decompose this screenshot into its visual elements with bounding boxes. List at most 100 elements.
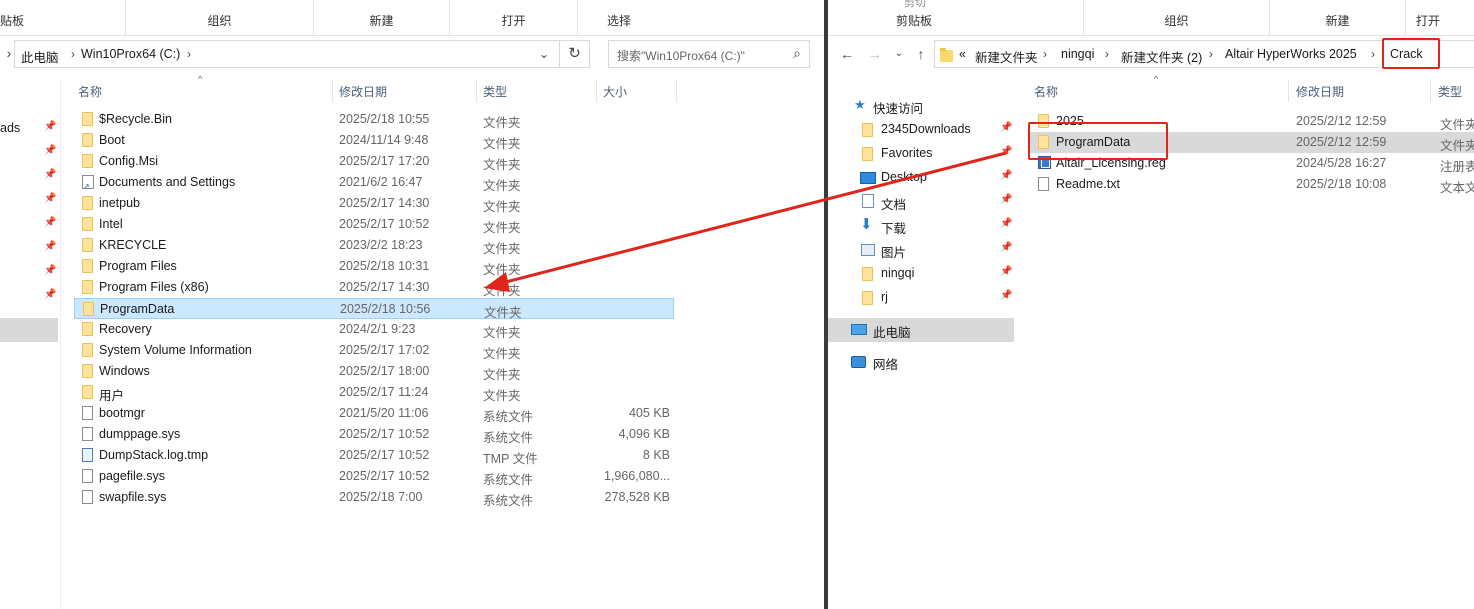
nav-item-2345downloads[interactable]: 2345Downloads 📌 xyxy=(828,118,1014,142)
column-header-date[interactable]: 修改日期 xyxy=(1296,83,1344,100)
nav-item-favorites[interactable]: Favorites 📌 xyxy=(828,142,1014,166)
download-arrow-icon: ⬇ xyxy=(860,216,873,233)
file-row[interactable]: Intel 2025/2/17 10:52 文件夹 xyxy=(74,214,674,235)
ribbon-group-new[interactable]: 新建 xyxy=(1270,0,1406,36)
file-row[interactable]: swapfile.sys 2025/2/18 7:00 系统文件 278,528 KB xyxy=(74,487,674,508)
pane-divider xyxy=(60,80,61,609)
breadcrumb-altair[interactable]: Altair HyperWorks 2025 xyxy=(1225,47,1357,61)
breadcrumb-overflow[interactable]: « xyxy=(959,47,966,61)
file-row[interactable]: Config.Msi 2025/2/17 17:20 文件夹 xyxy=(74,151,674,172)
file-icon-blue xyxy=(82,448,93,462)
file-row[interactable]: inetpub 2025/2/17 14:30 文件夹 xyxy=(74,193,674,214)
nav-item-quick-access[interactable]: ★ 快速访问 xyxy=(828,94,1014,118)
ribbon-left: 贴板 组织 新建 打开 选择 xyxy=(0,0,824,36)
breadcrumb-ningqi[interactable]: ningqi xyxy=(1061,47,1094,61)
file-date: 2025/2/17 18:00 xyxy=(339,364,430,378)
folder-icon xyxy=(82,154,93,168)
nav-item-rj[interactable]: rj 📌 xyxy=(828,286,1014,310)
file-row[interactable]: System Volume Information 2025/2/17 17:02… xyxy=(74,340,674,361)
nav-item[interactable]: 📌 xyxy=(0,213,58,237)
ribbon-group-open[interactable]: 打开 xyxy=(1406,0,1474,36)
column-divider[interactable] xyxy=(476,80,477,102)
nav-item-desktop[interactable]: Desktop 📌 xyxy=(828,166,1014,190)
search-input[interactable]: 搜索"Win10Prox64 (C:)" ⌕ xyxy=(608,40,810,68)
forward-arrow-icon[interactable]: → xyxy=(866,45,884,63)
nav-item[interactable]: 📌 xyxy=(0,237,58,261)
ribbon-group-clipboard[interactable]: 剪切 剪贴板 xyxy=(828,0,1084,36)
file-row[interactable]: Boot 2024/11/14 9:48 文件夹 xyxy=(74,130,674,151)
nav-item-documents[interactable]: 文档 📌 xyxy=(828,190,1014,214)
chevron-down-icon[interactable]: ⌄ xyxy=(890,45,908,63)
file-row[interactable]: 用户 2025/2/17 11:24 文件夹 xyxy=(74,382,674,403)
column-divider[interactable] xyxy=(1430,80,1431,102)
file-row[interactable]: Documents and Settings 2021/6/2 16:47 文件夹 xyxy=(74,172,674,193)
nav-item-network[interactable]: 网络 xyxy=(828,350,1014,374)
nav-item-this-pc[interactable] xyxy=(0,318,58,342)
breadcrumb-this-pc[interactable]: 此电脑 xyxy=(21,47,59,66)
file-row[interactable]: dumppage.sys 2025/2/17 10:52 系统文件 4,096 KB xyxy=(74,424,674,445)
ribbon-group-open[interactable]: 打开 xyxy=(450,0,578,36)
file-type: 系统文件 xyxy=(483,410,534,424)
column-divider[interactable] xyxy=(596,80,597,102)
breadcrumb-drive[interactable]: Win10Prox64 (C:) xyxy=(81,47,180,61)
ribbon-group-organize[interactable]: 组织 xyxy=(1084,0,1270,36)
chevron-down-icon[interactable]: ⌄ xyxy=(539,47,549,61)
column-header-type[interactable]: 类型 xyxy=(1438,83,1462,100)
nav-item-this-pc[interactable]: 此电脑 xyxy=(828,318,1014,342)
file-row[interactable]: Readme.txt 2025/2/18 10:08 文本文 xyxy=(1028,174,1474,195)
nav-item[interactable]: 📌 xyxy=(0,285,58,309)
search-placeholder: 搜索"Win10Prox64 (C:)" xyxy=(617,49,745,63)
file-date: 2025/2/18 10:56 xyxy=(340,302,431,316)
ribbon-group-label: 打开 xyxy=(501,14,526,28)
up-arrow-icon[interactable]: ↑ xyxy=(912,45,930,63)
file-row[interactable]: bootmgr 2021/5/20 11:06 系统文件 405 KB xyxy=(74,403,674,424)
refresh-button[interactable]: ↻ xyxy=(560,40,590,68)
file-row[interactable]: KRECYCLE 2023/2/2 18:23 文件夹 xyxy=(74,235,674,256)
column-divider[interactable] xyxy=(1288,80,1289,102)
column-header-size[interactable]: 大小 xyxy=(603,83,627,100)
column-divider[interactable] xyxy=(676,80,677,102)
file-row[interactable]: Program Files (x86) 2025/2/17 14:30 文件夹 xyxy=(74,277,674,298)
nav-item-downloads[interactable]: ⬇ 下载 📌 xyxy=(828,214,1014,238)
ribbon-right: 剪切 剪贴板 组织 新建 打开 xyxy=(828,0,1474,36)
file-row[interactable]: Program Files 2025/2/18 10:31 文件夹 xyxy=(74,256,674,277)
nav-item-downloads[interactable]: ads 📌 xyxy=(0,117,58,141)
folder-icon xyxy=(862,267,873,281)
file-row[interactable]: Recovery 2024/2/1 9:23 文件夹 xyxy=(74,319,674,340)
nav-item[interactable]: 📌 xyxy=(0,261,58,285)
nav-item[interactable]: 📌 xyxy=(0,165,58,189)
file-date: 2025/2/17 14:30 xyxy=(339,280,430,294)
breadcrumb-new-folder-2[interactable]: 新建文件夹 (2) xyxy=(1121,47,1202,66)
file-size: 1,966,080... xyxy=(603,469,670,483)
file-row[interactable]: Windows 2025/2/17 18:00 文件夹 xyxy=(74,361,674,382)
file-type: 文件夹 xyxy=(483,326,521,340)
refresh-icon: ↻ xyxy=(568,45,581,62)
column-header-type[interactable]: 类型 xyxy=(483,83,507,100)
nav-item[interactable]: 📌 xyxy=(0,189,58,213)
column-header-name[interactable]: 名称 xyxy=(1034,83,1058,100)
nav-item-ningqi[interactable]: ningqi 📌 xyxy=(828,262,1014,286)
folder-icon xyxy=(82,385,93,399)
ribbon-group-select[interactable]: 选择 xyxy=(578,0,660,36)
ribbon-group-organize[interactable]: 组织 xyxy=(126,0,314,36)
file-type: 文件夹 xyxy=(483,158,521,172)
column-header-date[interactable]: 修改日期 xyxy=(339,83,387,100)
column-divider[interactable] xyxy=(332,80,333,102)
file-row[interactable]: $Recycle.Bin 2025/2/18 10:55 文件夹 xyxy=(74,109,674,130)
column-header-name[interactable]: 名称 xyxy=(78,83,102,100)
address-row-left: › 此电脑 › Win10Prox64 (C:) › ⌄ ↻ 搜索"Win10P… xyxy=(0,38,824,70)
breadcrumb-new-folder[interactable]: 新建文件夹 xyxy=(975,47,1038,66)
address-bar[interactable]: 此电脑 › Win10Prox64 (C:) › ⌄ xyxy=(14,40,560,68)
nav-item[interactable]: 📌 xyxy=(0,141,58,165)
file-row[interactable]: ProgramData 2025/2/18 10:56 文件夹 xyxy=(74,298,674,320)
address-row-right: ← → ⌄ ↑ « 新建文件夹 › ningqi › 新建文件夹 (2) › A… xyxy=(828,38,1474,70)
nav-item-pictures[interactable]: 图片 📌 xyxy=(828,238,1014,262)
file-row[interactable]: DumpStack.log.tmp 2025/2/17 10:52 TMP 文件 8 … xyxy=(74,445,674,466)
file-date: 2025/2/12 12:59 xyxy=(1296,135,1387,149)
ribbon-group-new[interactable]: 新建 xyxy=(314,0,450,36)
folder-icon xyxy=(82,322,93,336)
file-name: dumppage.sys xyxy=(99,427,181,441)
file-row[interactable]: pagefile.sys 2025/2/17 10:52 系统文件 1,966,080… xyxy=(74,466,674,487)
file-icon xyxy=(82,469,93,483)
back-arrow-icon[interactable]: ← xyxy=(838,45,856,63)
